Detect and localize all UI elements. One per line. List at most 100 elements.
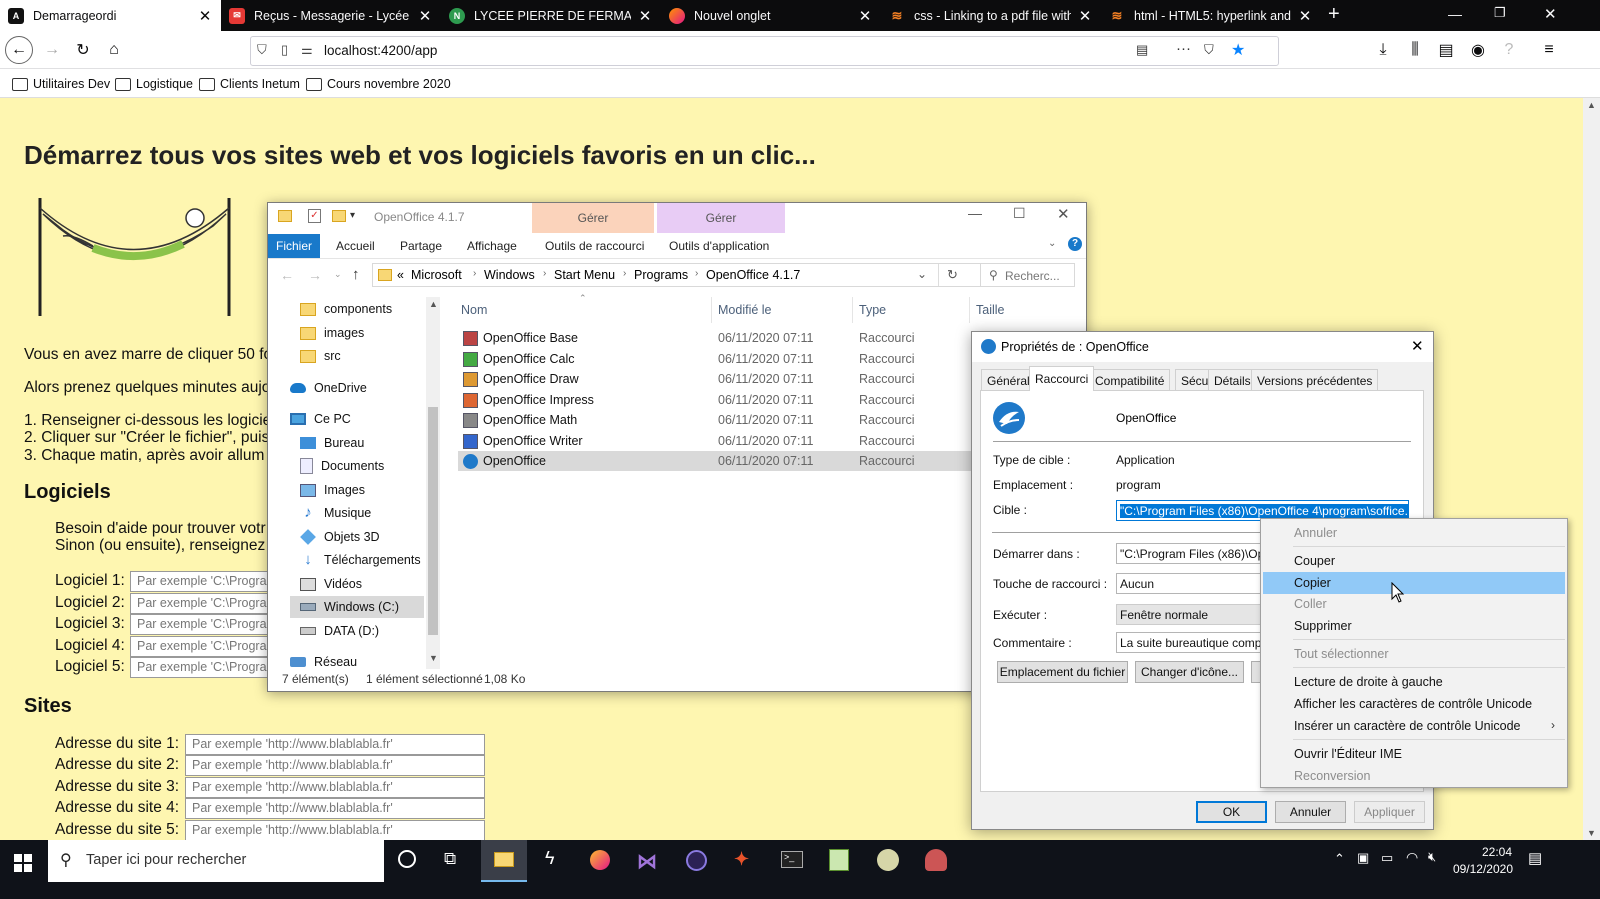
tab-messagerie[interactable]: ✉ Reçus - Messagerie - Lycée Gér ✕: [221, 0, 441, 31]
close-tab-icon[interactable]: ✕: [1077, 7, 1093, 25]
terminal-icon[interactable]: >_: [781, 851, 803, 868]
menu-item-lecture-droite-gauche[interactable]: Lecture de droite à gauche: [1263, 671, 1565, 693]
target-selected-text[interactable]: "C:\Program Files (x86)\OpenOffice 4\pro…: [1120, 504, 1408, 518]
bookmark-folder[interactable]: Cours novembre 2020: [306, 74, 451, 94]
nav-item-videos[interactable]: Vidéos: [300, 573, 362, 595]
close-window-button[interactable]: ✕: [1544, 5, 1557, 23]
tab-outils-application[interactable]: Outils d'application: [669, 234, 769, 258]
start-in-field[interactable]: "C:\Program Files (x86)\OpenO: [1116, 543, 1266, 564]
firefox-taskbar-icon[interactable]: [590, 850, 610, 870]
nav-item-windows-c[interactable]: Windows (C:): [290, 596, 424, 618]
paint-app-icon[interactable]: [877, 849, 899, 871]
quick-access-dropdown-icon[interactable]: ▾: [350, 210, 355, 221]
menu-item-supprimer[interactable]: Supprimer: [1263, 615, 1565, 637]
visual-studio-icon[interactable]: ⋈: [637, 849, 657, 874]
close-icon[interactable]: ✕: [1411, 337, 1424, 355]
ribbon-expand-icon[interactable]: ⌄: [1048, 238, 1056, 249]
column-name[interactable]: Nom: [461, 303, 487, 317]
tab-partage[interactable]: Partage: [400, 234, 442, 258]
close-tab-icon[interactable]: ✕: [1297, 7, 1313, 25]
close-tab-icon[interactable]: ✕: [857, 7, 873, 25]
downloads-icon[interactable]: ⤓: [1369, 37, 1397, 63]
library-icon[interactable]: ⫼: [1401, 37, 1429, 63]
column-type[interactable]: Type: [859, 303, 886, 317]
tab-outils-raccourci[interactable]: Outils de raccourci: [545, 234, 644, 258]
account-icon[interactable]: ◉: [1464, 37, 1492, 63]
file-row[interactable]: OpenOffice Base 06/11/2020 07:11 Raccourci: [458, 328, 1038, 348]
forward-icon[interactable]: →: [308, 267, 322, 283]
nav-item-documents[interactable]: Documents: [300, 455, 384, 477]
scroll-up-icon[interactable]: ▲: [1587, 100, 1596, 110]
tab-html5-stackoverflow[interactable]: ≋ html - HTML5: hyperlink and m ✕: [1101, 0, 1321, 31]
tab-raccourci[interactable]: Raccourci: [1029, 366, 1095, 391]
scroll-down-icon[interactable]: ▼: [429, 653, 438, 663]
nav-item-telechargements[interactable]: ↓ Téléchargements: [300, 549, 420, 571]
mushroom-app-icon[interactable]: [925, 849, 947, 871]
software-input[interactable]: Par exemple 'C:\Progra: [130, 614, 280, 635]
open-file-location-button[interactable]: Emplacement du fichier: [997, 661, 1128, 683]
run-select[interactable]: Fenêtre normale: [1116, 604, 1266, 625]
nav-item-bureau[interactable]: Bureau: [300, 432, 364, 454]
column-size[interactable]: Taille: [976, 303, 1005, 317]
file-row-selected[interactable]: OpenOffice 06/11/2020 07:11 Raccourci: [458, 451, 1038, 471]
bookmark-folder[interactable]: Clients Inetum: [199, 74, 300, 94]
site-input[interactable]: Par exemple 'http://www.blablabla.fr': [185, 755, 485, 776]
breadcrumb-openoffice[interactable]: OpenOffice 4.1.7: [706, 268, 800, 282]
page-scrollbar[interactable]: ▲ ▼: [1583, 98, 1600, 854]
breadcrumb-windows[interactable]: Windows: [484, 268, 535, 282]
menu-item-copier[interactable]: Copier: [1263, 572, 1565, 594]
menu-item-ouvrir-ime[interactable]: Ouvrir l'Éditeur IME: [1263, 743, 1565, 765]
breadcrumb-overflow[interactable]: «: [397, 268, 404, 282]
cancel-button[interactable]: Annuler: [1275, 801, 1346, 823]
nav-item-musique[interactable]: ♪ Musique: [300, 502, 371, 524]
nav-item-images-folder[interactable]: images: [300, 322, 364, 344]
file-row[interactable]: OpenOffice Math 06/11/2020 07:11 Raccourci: [458, 410, 1038, 430]
scroll-down-icon[interactable]: ▼: [1587, 828, 1596, 838]
breadcrumb-start-menu[interactable]: Start Menu: [554, 268, 615, 282]
back-icon[interactable]: ←: [5, 36, 33, 64]
site-input[interactable]: Par exemple 'http://www.blablabla.fr': [185, 777, 485, 798]
help-icon[interactable]: ?: [1068, 237, 1082, 251]
reader-view-icon[interactable]: ▤: [1136, 42, 1148, 58]
refresh-icon[interactable]: ↻: [947, 267, 958, 283]
battery-icon[interactable]: ▭: [1381, 850, 1393, 866]
minimize-button[interactable]: —: [1448, 6, 1462, 22]
tab-nouvel-onglet[interactable]: Nouvel onglet ✕: [661, 0, 881, 31]
filezilla-icon[interactable]: ✦: [734, 849, 749, 870]
properties-quick-icon[interactable]: ✓: [308, 209, 321, 223]
menu-item-afficher-unicode[interactable]: Afficher les caractères de contrôle Unic…: [1263, 693, 1565, 715]
restore-button[interactable]: ❐: [1494, 5, 1506, 21]
recent-dropdown-icon[interactable]: ⌄: [334, 269, 342, 280]
breadcrumb-microsoft[interactable]: Microsoft: [411, 268, 462, 282]
close-button[interactable]: ✕: [1057, 205, 1070, 223]
nav-item-reseau[interactable]: Réseau: [290, 651, 357, 673]
apply-button[interactable]: Appliquer: [1354, 801, 1425, 823]
tab-versions-precedentes[interactable]: Versions précédentes: [1251, 369, 1379, 391]
tab-fichier[interactable]: Fichier: [268, 234, 320, 258]
tab-general[interactable]: Général: [981, 369, 1036, 391]
column-modified[interactable]: Modifié le: [718, 303, 772, 317]
menu-item-couper[interactable]: Couper: [1263, 550, 1565, 572]
nav-item-images[interactable]: Images: [300, 479, 365, 501]
tab-lycee[interactable]: N LYCEE PIERRE DE FERMAT - PRO ✕: [441, 0, 661, 31]
forward-icon[interactable]: →: [38, 37, 66, 63]
maximize-button[interactable]: ☐: [1013, 205, 1026, 222]
eclipse-icon[interactable]: [686, 850, 707, 871]
bookmark-star-icon[interactable]: ★: [1231, 40, 1245, 60]
reload-icon[interactable]: ↻: [69, 37, 97, 63]
home-icon[interactable]: ⌂: [100, 37, 128, 63]
lightning-app-icon[interactable]: ϟ: [545, 848, 555, 869]
change-icon-button[interactable]: Changer d'icône...: [1135, 661, 1244, 683]
menu-item-reconversion[interactable]: Reconversion: [1263, 765, 1565, 787]
back-icon[interactable]: ←: [280, 267, 294, 283]
bookmark-folder[interactable]: Logistique: [115, 74, 193, 94]
tab-compatibilite[interactable]: Compatibilité: [1089, 369, 1171, 391]
up-icon[interactable]: ↑: [352, 266, 360, 283]
ok-button[interactable]: OK: [1196, 801, 1267, 823]
permissions-icon[interactable]: ⚌: [301, 42, 313, 58]
site-input[interactable]: Par exemple 'http://www.blablabla.fr': [185, 798, 485, 819]
windows-start-icon[interactable]: [14, 854, 32, 872]
meet-now-icon[interactable]: ▣: [1357, 850, 1369, 866]
tab-css-stackoverflow[interactable]: ≋ css - Linking to a pdf file with h ✕: [881, 0, 1101, 31]
file-row[interactable]: OpenOffice Writer 06/11/2020 07:11 Raccour…: [458, 431, 1038, 451]
